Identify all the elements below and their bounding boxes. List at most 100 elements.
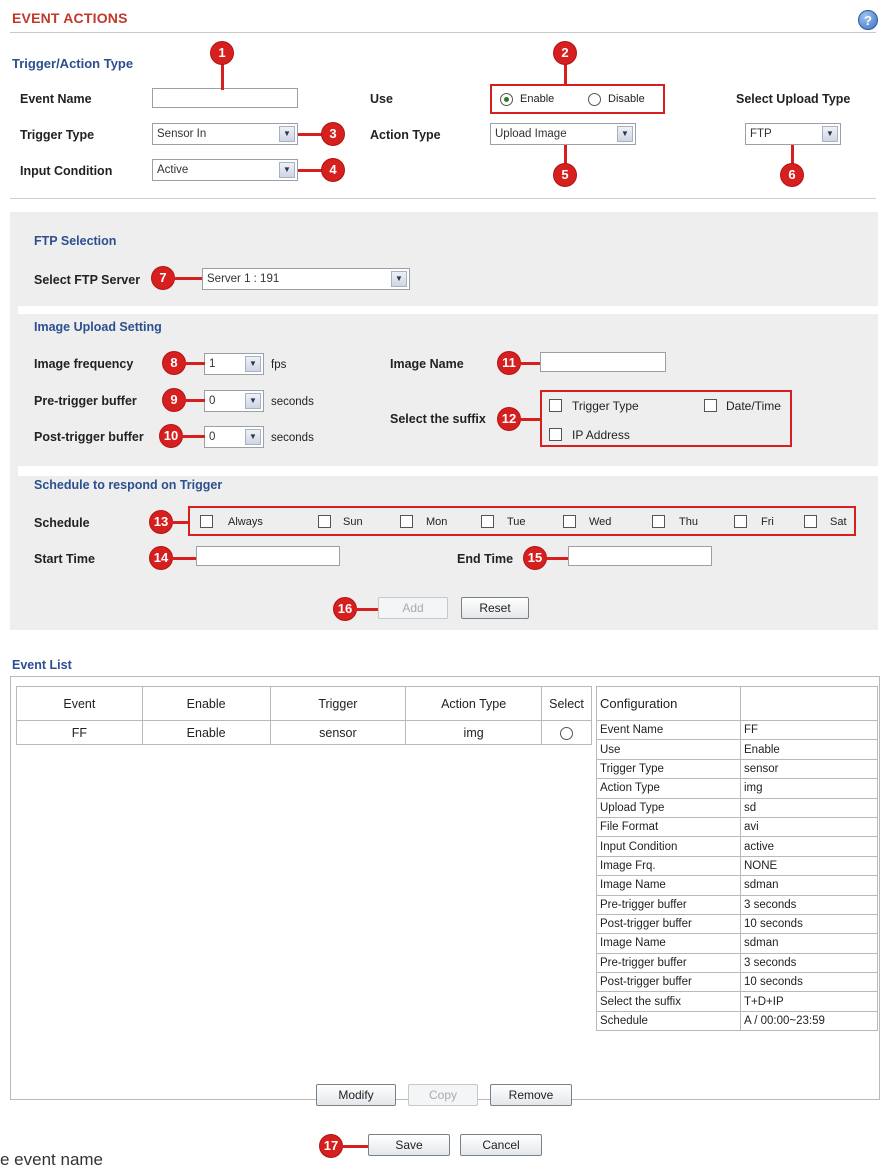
- config-row: Action Type img: [596, 778, 878, 799]
- pre-buffer-select[interactable]: 0 ▼: [204, 390, 264, 412]
- suffix-datetime-label: Date/Time: [726, 399, 781, 413]
- trigger-type-select[interactable]: Sensor In ▼: [152, 123, 298, 145]
- configuration-header-blank: [740, 686, 878, 721]
- callout-badge-12: 12: [498, 408, 520, 430]
- config-value: 10 seconds: [740, 913, 878, 935]
- config-value: sd: [740, 797, 878, 818]
- panel-gap: [18, 466, 878, 476]
- config-row: Post-trigger buffer 10 seconds: [596, 913, 878, 935]
- schedule-day-label: Sun: [343, 516, 363, 528]
- config-row: Pre-trigger buffer 3 seconds: [596, 894, 878, 915]
- schedule-thu-checkbox[interactable]: [652, 515, 665, 528]
- config-key: Upload Type: [596, 797, 741, 818]
- config-key: Event Name: [596, 719, 741, 741]
- config-row: Trigger Type sensor: [596, 758, 878, 780]
- remove-button[interactable]: Remove: [490, 1084, 572, 1106]
- add-button[interactable]: Add: [378, 597, 448, 619]
- config-row: Schedule A / 00:00~23:59: [596, 1010, 878, 1032]
- image-upload-title: Image Upload Setting: [34, 320, 162, 334]
- config-key: Image Name: [596, 933, 741, 954]
- configuration-table: Configuration Event Name FF Use Enable Tri…: [596, 686, 878, 1032]
- config-value: FF: [740, 719, 878, 741]
- action-type-select[interactable]: Upload Image ▼: [490, 123, 636, 145]
- save-button[interactable]: Save: [368, 1134, 450, 1156]
- schedule-day-label: Thu: [679, 516, 698, 528]
- enable-cell: Enable: [141, 720, 271, 745]
- panel-gap: [18, 306, 878, 314]
- schedule-day-label: Wed: [589, 516, 612, 528]
- chevron-down-icon: ▼: [391, 271, 407, 287]
- trigger-type-label: Trigger Type: [20, 128, 95, 142]
- schedule-mon-checkbox[interactable]: [400, 515, 413, 528]
- post-buffer-select[interactable]: 0 ▼: [204, 426, 264, 448]
- callout-badge-14: 14: [150, 547, 172, 569]
- callout-line: [340, 1145, 370, 1148]
- schedule-day-label: Fri: [761, 516, 774, 528]
- callout-badge-6: 6: [781, 164, 803, 186]
- image-name-label: Image Name: [390, 357, 464, 371]
- title-divider: [10, 32, 876, 33]
- schedule-sun-checkbox[interactable]: [318, 515, 331, 528]
- chevron-down-icon: ▼: [279, 126, 295, 142]
- callout-line: [183, 399, 205, 402]
- table-row[interactable]: FF Enable sensor img: [16, 720, 592, 745]
- post-buffer-label: Post-trigger buffer: [34, 430, 144, 444]
- suffix-ip-checkbox[interactable]: [549, 428, 562, 441]
- config-row: Pre-trigger buffer 3 seconds: [596, 952, 878, 974]
- end-time-input[interactable]: [568, 546, 712, 566]
- column-header: Event: [16, 686, 143, 721]
- chevron-down-icon: ▼: [245, 393, 261, 409]
- image-frequency-label: Image frequency: [34, 357, 134, 371]
- callout-badge-11: 11: [498, 352, 520, 374]
- trigger-cell: sensor: [269, 720, 407, 745]
- config-key: Select the suffix: [596, 991, 741, 1012]
- schedule-sat-checkbox[interactable]: [804, 515, 817, 528]
- suffix-datetime-checkbox[interactable]: [704, 399, 717, 412]
- callout-line: [172, 277, 202, 280]
- action-cell: img: [405, 720, 542, 745]
- start-time-input[interactable]: [196, 546, 340, 566]
- cancel-button[interactable]: Cancel: [460, 1134, 542, 1156]
- callout-badge-10: 10: [160, 425, 182, 447]
- caption-text: e event name: [0, 1150, 104, 1169]
- chevron-down-icon: ▼: [822, 126, 838, 142]
- upload-type-select[interactable]: FTP ▼: [745, 123, 841, 145]
- schedule-always-checkbox[interactable]: [200, 515, 213, 528]
- copy-button[interactable]: Copy: [408, 1084, 478, 1106]
- schedule-wed-checkbox[interactable]: [563, 515, 576, 528]
- callout-badge-7: 7: [152, 267, 174, 289]
- config-value: sensor: [740, 758, 878, 780]
- modify-button[interactable]: Modify: [316, 1084, 396, 1106]
- callout-line: [170, 521, 190, 524]
- suffix-trigger-checkbox[interactable]: [549, 399, 562, 412]
- schedule-fri-checkbox[interactable]: [734, 515, 747, 528]
- schedule-tue-checkbox[interactable]: [481, 515, 494, 528]
- input-condition-select[interactable]: Active ▼: [152, 159, 298, 181]
- callout-line: [180, 435, 205, 438]
- config-row: Select the suffix T+D+IP: [596, 991, 878, 1012]
- schedule-day-label: Always: [228, 516, 263, 528]
- reset-button[interactable]: Reset: [461, 597, 529, 619]
- schedule-day-label: Tue: [507, 516, 526, 528]
- end-time-label: End Time: [457, 552, 514, 566]
- config-row: Use Enable: [596, 739, 878, 760]
- config-row: Event Name FF: [596, 719, 878, 741]
- row-select-radio[interactable]: [560, 726, 573, 740]
- ftp-server-select[interactable]: Server 1 : 191 ▼: [202, 268, 410, 290]
- callout-badge-4: 4: [322, 159, 344, 181]
- disable-radio-label: Disable: [608, 93, 645, 105]
- event-name-label: Event Name: [20, 92, 92, 106]
- upload-type-label: Select Upload Type: [736, 92, 851, 106]
- enable-radio[interactable]: [500, 93, 513, 106]
- image-name-input[interactable]: [540, 352, 666, 372]
- image-frequency-select[interactable]: 1 ▼: [204, 353, 264, 375]
- action-type-label: Action Type: [370, 128, 441, 142]
- disable-radio[interactable]: [588, 93, 601, 106]
- callout-line: [518, 362, 540, 365]
- config-key: Pre-trigger buffer: [596, 952, 741, 974]
- config-value: T+D+IP: [740, 991, 878, 1012]
- help-icon[interactable]: ?: [858, 10, 878, 30]
- event-name-input[interactable]: [152, 88, 298, 108]
- section-divider: [10, 198, 876, 199]
- config-key: Image Name: [596, 875, 741, 896]
